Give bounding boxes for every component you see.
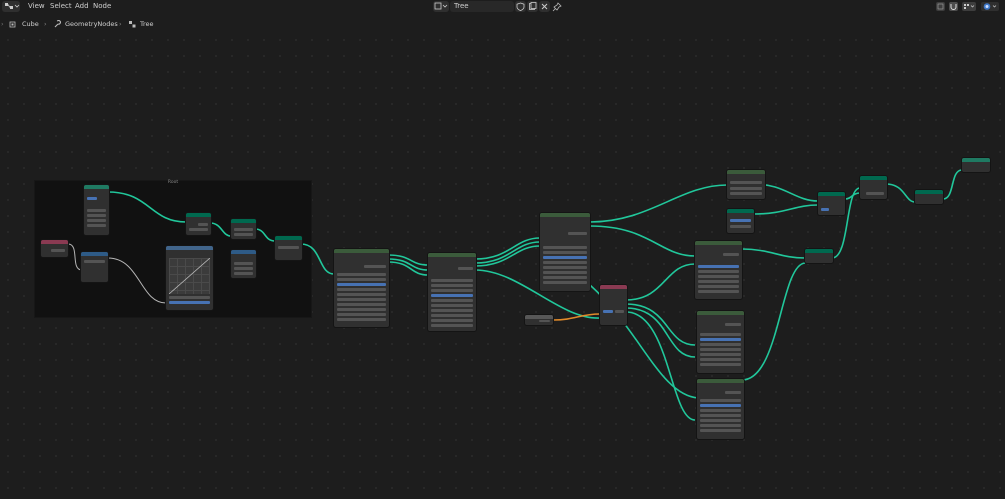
node-group-input[interactable] xyxy=(84,185,109,235)
node-realize-instances-1[interactable] xyxy=(727,170,765,199)
node-join-geometry-3[interactable] xyxy=(915,190,943,204)
node-instance-on-points-1[interactable] xyxy=(334,249,389,327)
node-object-info[interactable] xyxy=(525,315,553,325)
node-set-material[interactable] xyxy=(860,176,887,199)
node-instance-on-points-4[interactable] xyxy=(697,311,744,373)
node-input-value[interactable] xyxy=(41,240,68,257)
node-join-geometry-2[interactable] xyxy=(818,192,845,215)
node-vector-math[interactable] xyxy=(81,252,108,282)
node-set-position[interactable] xyxy=(186,213,211,235)
node-curve-to-mesh[interactable] xyxy=(540,213,590,291)
node-instance-on-points-5[interactable] xyxy=(697,379,744,439)
node-mesh-primitive[interactable] xyxy=(727,209,754,233)
node-join-geometry[interactable] xyxy=(275,236,302,260)
node-input-collection[interactable] xyxy=(600,285,627,325)
node-math[interactable] xyxy=(231,250,256,278)
node-group-output[interactable] xyxy=(962,158,990,172)
node-transform[interactable] xyxy=(231,219,256,239)
node-instance-on-points-3[interactable] xyxy=(695,241,742,299)
node-float-curve[interactable] xyxy=(166,246,213,310)
node-instance-on-points-2[interactable] xyxy=(428,253,476,331)
node-links xyxy=(67,169,963,421)
node-realize-instances-2[interactable] xyxy=(805,249,833,263)
